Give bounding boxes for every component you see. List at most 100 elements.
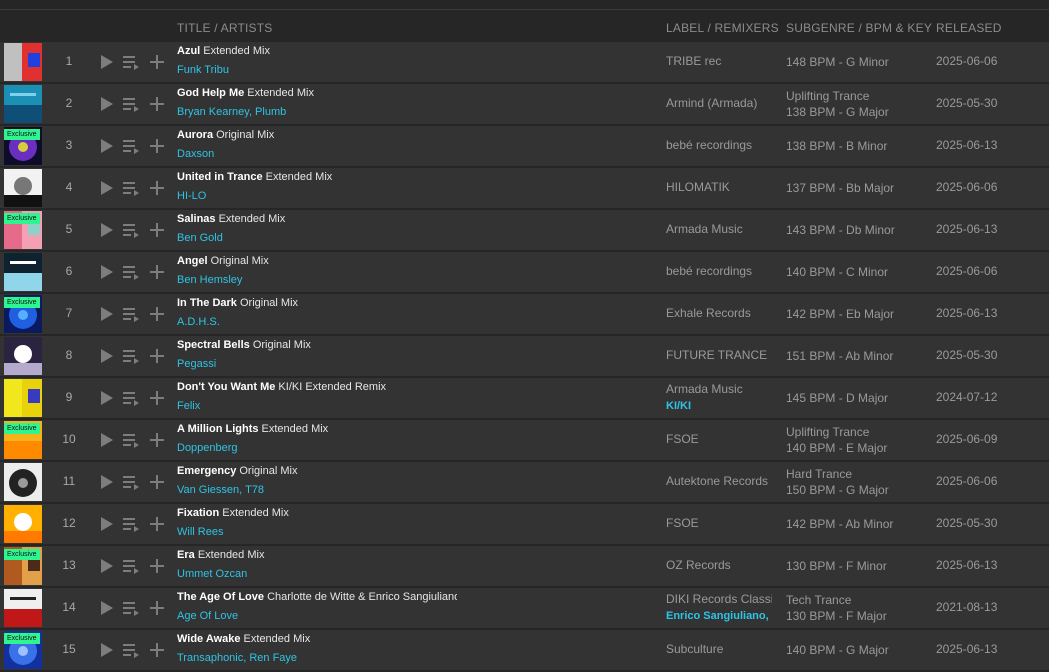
add-to-playlist-button[interactable] — [148, 473, 166, 491]
play-button[interactable] — [97, 641, 115, 659]
cover-art[interactable]: Exclusive — [4, 631, 42, 669]
add-to-queue-button[interactable] — [122, 221, 140, 239]
add-to-queue-button[interactable] — [122, 137, 140, 155]
cover-art[interactable] — [4, 589, 42, 627]
track-label[interactable]: Armind (Armada) — [666, 96, 772, 110]
add-to-queue-button[interactable] — [122, 53, 140, 71]
play-button[interactable] — [97, 473, 115, 491]
cover-art[interactable]: Exclusive — [4, 295, 42, 333]
cover-art[interactable]: Exclusive — [4, 547, 42, 585]
subgenre[interactable]: Tech Trance — [786, 592, 926, 608]
track-remixers[interactable]: KI/KI — [666, 400, 772, 412]
add-to-playlist-button[interactable] — [148, 557, 166, 575]
track-artists[interactable]: Transaphonic, Ren Faye — [177, 652, 297, 664]
track-artists[interactable]: A.D.H.S. — [177, 316, 220, 328]
track-label[interactable]: Subculture — [666, 642, 772, 656]
play-button[interactable] — [97, 179, 115, 197]
cover-art[interactable]: Exclusive — [4, 211, 42, 249]
track-title[interactable]: Azul Extended Mix — [177, 45, 457, 57]
cover-art[interactable] — [4, 169, 42, 207]
track-label[interactable]: Armada Music — [666, 382, 772, 396]
track-title[interactable]: In The Dark Original Mix — [177, 297, 457, 309]
add-to-playlist-button[interactable] — [148, 389, 166, 407]
track-label[interactable]: bebé recordings — [666, 138, 772, 152]
add-to-playlist-button[interactable] — [148, 641, 166, 659]
track-artists[interactable]: Ummet Ozcan — [177, 568, 247, 580]
track-label[interactable]: HILOMATIK — [666, 180, 772, 194]
add-to-playlist-button[interactable] — [148, 515, 166, 533]
cover-art[interactable] — [4, 337, 42, 375]
add-to-queue-button[interactable] — [122, 347, 140, 365]
cover-art[interactable] — [4, 85, 42, 123]
play-button[interactable] — [97, 347, 115, 365]
track-title[interactable]: The Age Of Love Charlotte de Witte & Enr… — [177, 591, 457, 603]
add-to-queue-button[interactable] — [122, 179, 140, 197]
column-header-genre[interactable]: SUBGENRE / BPM & KEY — [786, 21, 932, 35]
add-to-playlist-button[interactable] — [148, 179, 166, 197]
add-to-playlist-button[interactable] — [148, 431, 166, 449]
add-to-queue-button[interactable] — [122, 389, 140, 407]
add-to-queue-button[interactable] — [122, 473, 140, 491]
play-button[interactable] — [97, 263, 115, 281]
track-title[interactable]: Fixation Extended Mix — [177, 507, 457, 519]
track-title[interactable]: A Million Lights Extended Mix — [177, 423, 457, 435]
add-to-queue-button[interactable] — [122, 599, 140, 617]
add-to-playlist-button[interactable] — [148, 599, 166, 617]
add-to-playlist-button[interactable] — [148, 53, 166, 71]
track-artists[interactable]: Funk Tribu — [177, 64, 229, 76]
track-artists[interactable]: Doppenberg — [177, 442, 238, 454]
track-label[interactable]: bebé recordings — [666, 264, 772, 278]
track-title[interactable]: Aurora Original Mix — [177, 129, 457, 141]
play-button[interactable] — [97, 557, 115, 575]
track-artists[interactable]: Ben Hemsley — [177, 274, 242, 286]
play-button[interactable] — [97, 305, 115, 323]
track-label[interactable]: Armada Music — [666, 222, 772, 236]
cover-art[interactable] — [4, 379, 42, 417]
track-label[interactable]: OZ Records — [666, 558, 772, 572]
play-button[interactable] — [97, 95, 115, 113]
subgenre[interactable]: Uplifting Trance — [786, 424, 926, 440]
track-artists[interactable]: Felix — [177, 400, 200, 412]
subgenre[interactable]: Hard Trance — [786, 466, 926, 482]
add-to-playlist-button[interactable] — [148, 347, 166, 365]
track-label[interactable]: DIKI Records Classics — [666, 592, 772, 606]
add-to-queue-button[interactable] — [122, 305, 140, 323]
add-to-playlist-button[interactable] — [148, 137, 166, 155]
track-title[interactable]: Emergency Original Mix — [177, 465, 457, 477]
track-title[interactable]: Wide Awake Extended Mix — [177, 633, 457, 645]
play-button[interactable] — [97, 431, 115, 449]
track-label[interactable]: FSOE — [666, 516, 772, 530]
track-label[interactable]: FSOE — [666, 432, 772, 446]
add-to-playlist-button[interactable] — [148, 95, 166, 113]
add-to-playlist-button[interactable] — [148, 305, 166, 323]
track-label[interactable]: TRIBE rec — [666, 54, 772, 68]
cover-art[interactable]: Exclusive — [4, 127, 42, 165]
play-button[interactable] — [97, 599, 115, 617]
track-title[interactable]: Era Extended Mix — [177, 549, 457, 561]
track-artists[interactable]: Ben Gold — [177, 232, 223, 244]
track-title[interactable]: United in Trance Extended Mix — [177, 171, 457, 183]
add-to-queue-button[interactable] — [122, 557, 140, 575]
subgenre[interactable]: Uplifting Trance — [786, 88, 926, 104]
cover-art[interactable] — [4, 43, 42, 81]
track-title[interactable]: Salinas Extended Mix — [177, 213, 457, 225]
play-button[interactable] — [97, 53, 115, 71]
track-artists[interactable]: HI-LO — [177, 190, 206, 202]
add-to-queue-button[interactable] — [122, 263, 140, 281]
column-header-title[interactable]: TITLE / ARTISTS — [177, 21, 272, 35]
column-header-label[interactable]: LABEL / REMIXERS — [666, 21, 779, 35]
track-artists[interactable]: Van Giessen, T78 — [177, 484, 264, 496]
add-to-queue-button[interactable] — [122, 95, 140, 113]
cover-art[interactable]: Exclusive — [4, 421, 42, 459]
track-artists[interactable]: Pegassi — [177, 358, 216, 370]
play-button[interactable] — [97, 137, 115, 155]
play-button[interactable] — [97, 515, 115, 533]
cover-art[interactable] — [4, 505, 42, 543]
play-button[interactable] — [97, 389, 115, 407]
track-artists[interactable]: Bryan Kearney, Plumb — [177, 106, 286, 118]
column-header-released[interactable]: RELEASED — [936, 21, 1002, 35]
track-artists[interactable]: Will Rees — [177, 526, 223, 538]
add-to-queue-button[interactable] — [122, 641, 140, 659]
track-title[interactable]: God Help Me Extended Mix — [177, 87, 457, 99]
add-to-playlist-button[interactable] — [148, 263, 166, 281]
